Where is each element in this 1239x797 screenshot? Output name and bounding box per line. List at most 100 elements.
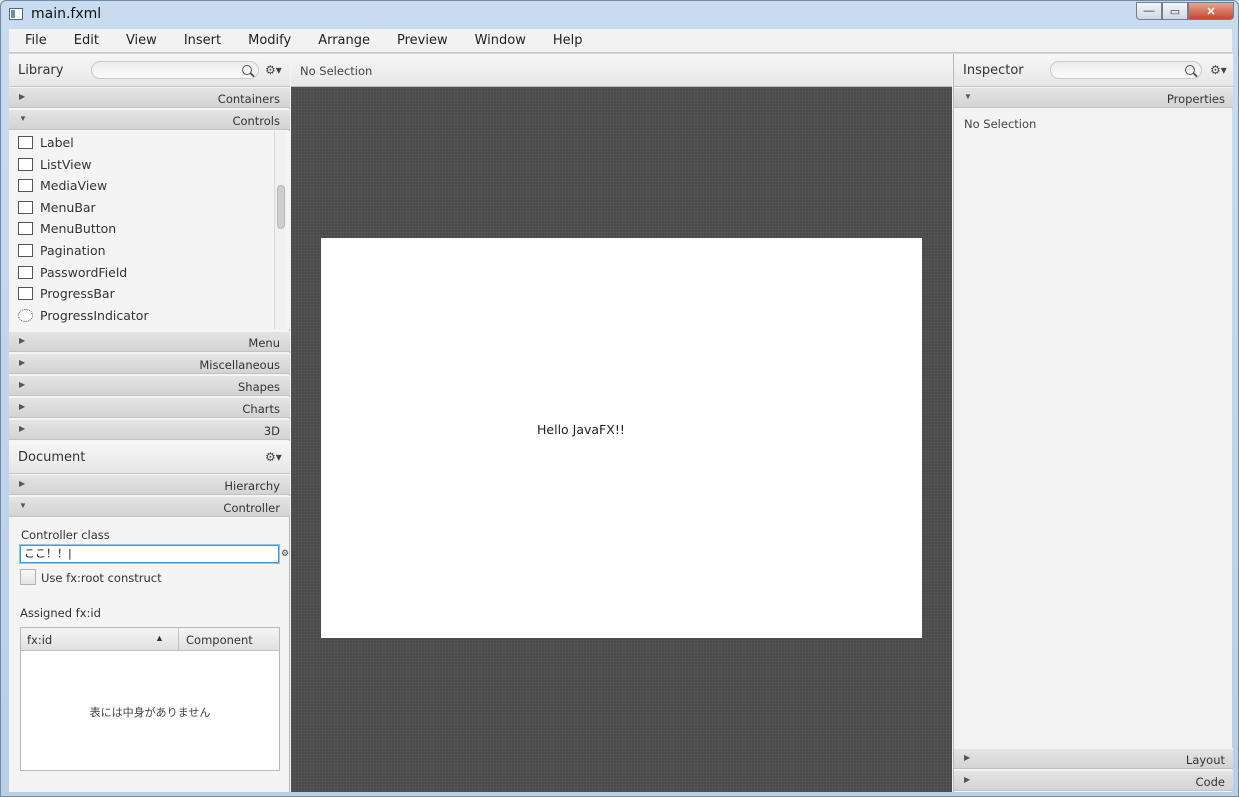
library-header: Library ⚙▾ (9, 54, 290, 87)
section-label: Hierarchy (224, 479, 280, 493)
pagination-icon (18, 243, 33, 257)
label-icon (18, 135, 33, 149)
canvas-label-hello[interactable]: Hello JavaFX!! (537, 422, 625, 437)
maximize-button[interactable]: ▭ (1162, 2, 1188, 20)
list-item-text: Label (40, 134, 74, 150)
section-label: 3D (263, 424, 280, 438)
expanded-icon: ▼ (19, 114, 27, 123)
menu-bar: File Edit View Insert Modify Arrange Pre… (9, 29, 1232, 53)
library-gear-icon[interactable]: ⚙▾ (265, 63, 282, 77)
list-item-text: ProgressBar (40, 285, 115, 301)
table-header: fx:id ▲ Component (21, 628, 279, 651)
list-item-progressbar[interactable]: ProgressBar (18, 283, 115, 303)
list-item-label[interactable]: Label (18, 132, 74, 152)
selection-status: No Selection (300, 64, 373, 78)
main-area: Library ⚙▾ ▶ Containers ▼ Controls Label (9, 54, 1233, 792)
inspector-search-input[interactable] (1051, 62, 1201, 78)
section-3d[interactable]: ▶ 3D (9, 419, 290, 440)
search-icon (242, 65, 252, 75)
section-shapes[interactable]: ▶ Shapes (9, 375, 290, 396)
section-hierarchy[interactable]: ▶ Hierarchy (9, 474, 290, 495)
content-canvas-area: No Selection Hello JavaFX!! (291, 54, 952, 792)
menubutton-icon (18, 221, 33, 235)
column-component[interactable]: Component (186, 633, 253, 647)
passwordfield-icon (18, 265, 33, 279)
menu-modify[interactable]: Modify (232, 33, 302, 48)
listview-icon (18, 157, 33, 171)
list-item-text: ListView (40, 156, 92, 172)
section-label: Menu (248, 336, 280, 350)
menu-preview[interactable]: Preview (381, 33, 459, 48)
mediaview-icon (18, 178, 33, 192)
close-button[interactable]: ✕ (1188, 2, 1234, 20)
list-item-text: ProgressIndicator (40, 307, 149, 323)
scrollbar-thumb[interactable] (277, 185, 285, 229)
use-root-checkbox[interactable] (20, 569, 36, 585)
list-item-text: MenuBar (40, 199, 96, 215)
expanded-icon: ▼ (19, 501, 27, 510)
column-divider[interactable] (178, 628, 179, 651)
window-controls: — ▭ ✕ (1136, 2, 1234, 20)
app-window: main.fxml — ▭ ✕ File Edit View Insert Mo… (0, 0, 1239, 797)
search-icon (1185, 65, 1195, 75)
menu-view[interactable]: View (110, 33, 168, 48)
controller-gear-icon[interactable]: ⚙ (281, 548, 289, 559)
section-label: Layout (1185, 753, 1225, 767)
section-controller[interactable]: ▼ Controller (9, 496, 290, 517)
use-root-label: Use fx:root construct (41, 571, 162, 585)
document-gear-icon[interactable]: ⚙▾ (265, 450, 282, 464)
collapsed-icon: ▶ (19, 380, 26, 389)
progressbar-icon (18, 286, 33, 300)
section-layout[interactable]: ▶ Layout (954, 748, 1233, 769)
document-header: Document ⚙▾ (9, 441, 290, 474)
list-item-pagination[interactable]: Pagination (18, 240, 106, 260)
section-label: Miscellaneous (199, 358, 280, 372)
collapsed-icon: ▶ (964, 775, 971, 784)
expanded-icon: ▼ (964, 92, 972, 101)
section-label: Containers (217, 92, 280, 106)
section-label: Properties (1166, 92, 1225, 106)
assigned-fxid-label: Assigned fx:id (20, 606, 101, 620)
collapsed-icon: ▶ (19, 336, 26, 345)
section-miscellaneous[interactable]: ▶ Miscellaneous (9, 353, 290, 374)
menu-help[interactable]: Help (537, 33, 594, 48)
list-item-text: PasswordField (40, 264, 128, 280)
menu-insert[interactable]: Insert (168, 33, 232, 48)
list-item-menubutton[interactable]: MenuButton (18, 218, 116, 238)
controls-list: Label ListView MediaView MenuBar MenuBut… (9, 131, 290, 329)
inspector-search[interactable] (1050, 61, 1202, 79)
design-canvas[interactable]: Hello JavaFX!! (321, 238, 922, 638)
collapsed-icon: ▶ (19, 424, 26, 433)
section-containers[interactable]: ▶ Containers (9, 87, 290, 108)
library-search-input[interactable] (92, 62, 258, 78)
section-code[interactable]: ▶ Code (954, 770, 1233, 791)
controller-class-input[interactable]: ここ！！| (20, 545, 279, 563)
menu-arrange[interactable]: Arrange (302, 33, 381, 48)
section-charts[interactable]: ▶ Charts (9, 397, 290, 418)
list-item-progressindicator[interactable]: ProgressIndicator (18, 305, 149, 325)
inspector-gear-icon[interactable]: ⚙▾ (1210, 63, 1227, 77)
minimize-button[interactable]: — (1136, 2, 1162, 20)
menu-file[interactable]: File (9, 33, 58, 48)
list-item-passwordfield[interactable]: PasswordField (18, 262, 127, 282)
library-search[interactable] (91, 61, 259, 79)
section-label: Charts (242, 402, 280, 416)
menu-window[interactable]: Window (459, 33, 537, 48)
fxid-table[interactable]: fx:id ▲ Component 表には中身がありません (20, 627, 280, 771)
list-item-mediaview[interactable]: MediaView (18, 175, 107, 195)
section-controls[interactable]: ▼ Controls (9, 109, 290, 130)
inspector-no-selection: No Selection (964, 117, 1037, 131)
section-menu[interactable]: ▶ Menu (9, 331, 290, 352)
controls-scrollbar[interactable] (274, 131, 286, 329)
list-item-listview[interactable]: ListView (18, 154, 92, 174)
section-label: Controls (232, 114, 280, 128)
title-bar[interactable]: main.fxml — ▭ ✕ (1, 1, 1238, 29)
menu-edit[interactable]: Edit (58, 33, 110, 48)
document-title: Document (18, 450, 86, 465)
collapsed-icon: ▶ (19, 479, 26, 488)
column-fxid[interactable]: fx:id (27, 633, 52, 647)
list-item-text: MediaView (40, 177, 108, 193)
section-properties[interactable]: ▼ Properties (954, 87, 1233, 108)
controller-class-label: Controller class (21, 528, 110, 542)
list-item-menubar[interactable]: MenuBar (18, 197, 96, 217)
